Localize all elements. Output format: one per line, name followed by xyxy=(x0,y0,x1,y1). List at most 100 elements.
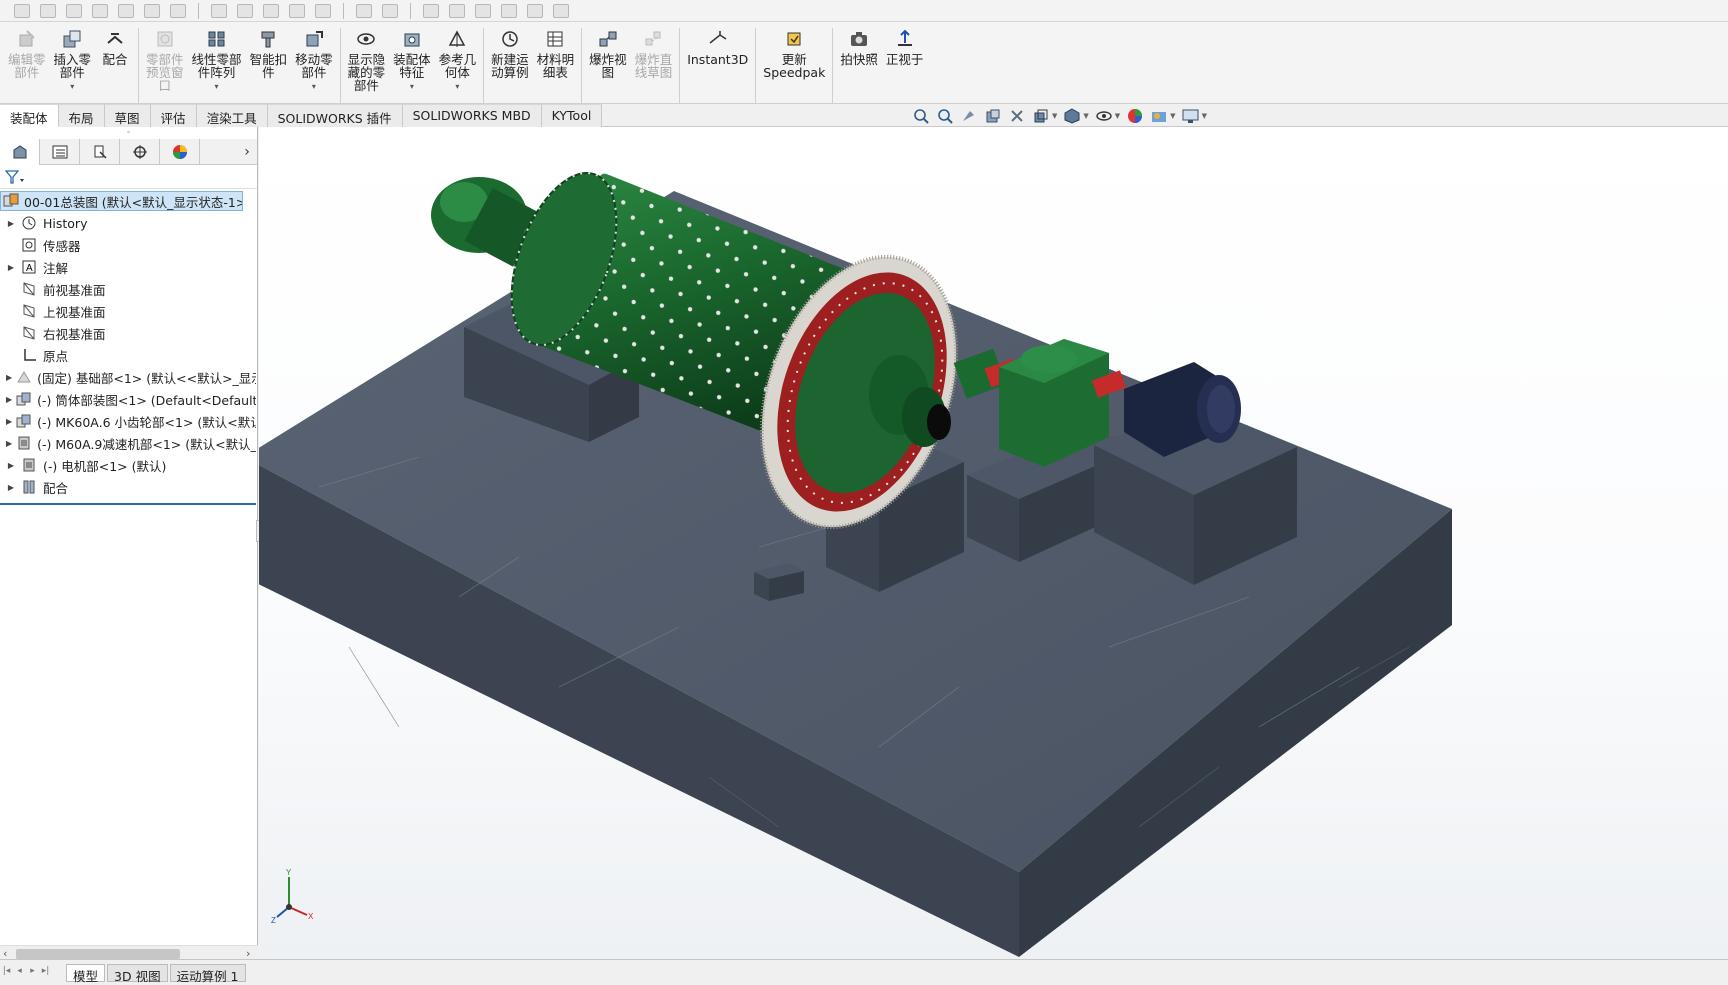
cmd-button-normal-to[interactable]: 正视于 xyxy=(882,28,928,66)
chevron-down-icon[interactable]: ▼ xyxy=(1170,112,1175,120)
chevron-down-icon[interactable]: ▾ xyxy=(455,80,459,93)
bottom-tab-1[interactable]: 3D 视图 xyxy=(107,963,168,984)
dimxpert-tab-icon[interactable] xyxy=(120,139,160,165)
section-view-icon[interactable] xyxy=(984,107,1002,125)
redo-icon[interactable] xyxy=(144,3,160,18)
zoom-to-area-icon[interactable] xyxy=(936,107,954,125)
measure-icon[interactable] xyxy=(553,3,569,18)
cmd-button-explode-line-sketch[interactable]: 爆炸直 线草图 xyxy=(631,28,677,79)
chevron-down-icon[interactable]: ▾ xyxy=(312,80,316,93)
tree-node[interactable]: 右视基准面 xyxy=(0,322,256,344)
expand-arrow-icon[interactable]: ▶ xyxy=(6,417,12,426)
tab-0[interactable]: 装配体 xyxy=(0,104,59,127)
expand-arrow-icon[interactable]: ▶ xyxy=(6,483,16,492)
tree-node[interactable]: ▶ A 注解 xyxy=(0,256,256,278)
cmd-button-instant3d[interactable]: Instant3D xyxy=(683,28,752,66)
cmd-button-assembly-feature[interactable]: 装配体 特征 ▾ xyxy=(389,28,435,93)
cmd-button-exploded-view[interactable]: 爆炸视 图 xyxy=(585,28,631,79)
chevron-right-icon[interactable]: › xyxy=(237,139,257,164)
cmd-button-component-preview[interactable]: 零部件 预览窗 口 xyxy=(142,28,188,92)
tree-node[interactable]: ▶ 配合 xyxy=(0,476,256,498)
tab-6[interactable]: SOLIDWORKS MBD xyxy=(402,104,542,127)
chevron-down-icon[interactable]: ▼ xyxy=(1202,112,1207,120)
chevron-down-icon[interactable]: ▾ xyxy=(70,80,74,93)
display-style-icon[interactable] xyxy=(449,3,465,18)
component-icon[interactable] xyxy=(356,3,372,18)
first-tab-icon[interactable]: |◂ xyxy=(0,966,13,980)
display-manager-tab-icon[interactable] xyxy=(160,139,200,165)
last-tab-icon[interactable]: ▸| xyxy=(39,966,52,980)
tab-2[interactable]: 草图 xyxy=(104,104,151,127)
expand-arrow-icon[interactable]: ▶ xyxy=(6,373,12,382)
property-manager-tab-icon[interactable] xyxy=(40,139,80,165)
cmd-button-bom[interactable]: 材料明 细表 xyxy=(533,28,579,79)
display-style-icon[interactable] xyxy=(1063,107,1081,125)
tree-node[interactable]: ▶ (-) 电机部<1> (默认) xyxy=(0,454,256,476)
tree-node[interactable]: 上视基准面 xyxy=(0,300,256,322)
tree-node[interactable]: ▶ History xyxy=(0,212,256,234)
cmd-button-insert-component[interactable]: 插入零 部件 ▾ xyxy=(50,28,96,93)
ball-mill-model[interactable] xyxy=(259,127,1728,959)
expand-arrow-icon[interactable]: ▶ xyxy=(6,219,16,228)
print-icon[interactable] xyxy=(92,3,108,18)
chevron-down-icon[interactable]: ▾ xyxy=(410,80,414,93)
tab-7[interactable]: KYTool xyxy=(541,104,603,127)
cmd-button-reference-geometry[interactable]: 参考几 何体 ▾ xyxy=(435,28,481,93)
expand-arrow-icon[interactable]: ▶ xyxy=(6,263,16,272)
chevron-down-icon[interactable]: ▼ xyxy=(1052,112,1057,120)
chevron-down-icon[interactable]: ▼ xyxy=(1115,112,1120,120)
smart-dimension-icon[interactable] xyxy=(237,3,253,18)
prev-tab-icon[interactable]: ◂ xyxy=(13,966,26,980)
arc-icon[interactable] xyxy=(315,3,331,18)
section-view-icon[interactable] xyxy=(475,3,491,18)
circle-icon[interactable] xyxy=(289,3,305,18)
tab-3[interactable]: 评估 xyxy=(150,104,197,127)
tab-4[interactable]: 渲染工具 xyxy=(196,104,268,127)
expand-arrow-icon[interactable]: ▶ xyxy=(6,461,16,470)
apply-scene-icon[interactable] xyxy=(1150,107,1168,125)
configuration-manager-tab-icon[interactable] xyxy=(80,139,120,165)
cmd-button-linear-pattern[interactable]: 线性零部 件阵列 ▾ xyxy=(188,28,246,93)
tree-node[interactable]: 前视基准面 xyxy=(0,278,256,300)
tab-5[interactable]: SOLIDWORKS 插件 xyxy=(267,104,403,127)
new-doc-icon[interactable] xyxy=(14,3,30,18)
tree-node[interactable]: ▶ (-) 筒体部装图<1> (Default<Default_I xyxy=(0,388,256,410)
view-orientation-icon[interactable] xyxy=(1032,107,1050,125)
tree-node[interactable]: ▶ (固定) 基础部<1> (默认<<默认>_显示 xyxy=(0,366,256,388)
cmd-button-edit-component[interactable]: 编辑零 部件 xyxy=(4,28,50,79)
panel-grip[interactable]: ⁃ xyxy=(0,127,257,139)
edit-appearance-icon[interactable] xyxy=(1126,107,1144,125)
cmd-button-mate[interactable]: 配合 xyxy=(95,28,135,66)
expand-arrow-icon[interactable]: ▶ xyxy=(6,395,12,404)
open-doc-icon[interactable] xyxy=(40,3,56,18)
cmd-button-move-component[interactable]: 移动零 部件 ▾ xyxy=(291,28,337,93)
sketch-icon[interactable] xyxy=(211,3,227,18)
lights-icon[interactable] xyxy=(527,3,543,18)
undo-icon[interactable] xyxy=(118,3,134,18)
cmd-button-show-hidden[interactable]: 显示隐 藏的零 部件 xyxy=(344,28,390,92)
line-icon[interactable] xyxy=(263,3,279,18)
appearance-icon[interactable] xyxy=(501,3,517,18)
scrollbar-thumb[interactable] xyxy=(16,949,180,959)
cmd-button-snapshot[interactable]: 拍快照 xyxy=(836,28,882,66)
next-tab-icon[interactable]: ▸ xyxy=(26,966,39,980)
view-orientation-icon[interactable] xyxy=(423,3,439,18)
expand-arrow-icon[interactable]: ▶ xyxy=(6,439,12,448)
save-icon[interactable] xyxy=(66,3,82,18)
bottom-tab-0[interactable]: 模型 xyxy=(66,963,106,984)
tree-node[interactable]: ▶ (-) M60A.9减速机部<1> (默认<默认_显 xyxy=(0,432,256,454)
cmd-button-new-motion-study[interactable]: 新建运 动算例 xyxy=(487,28,533,79)
tab-1[interactable]: 布局 xyxy=(58,104,105,127)
tree-node[interactable]: 原点 xyxy=(0,344,256,366)
rebuild-icon[interactable] xyxy=(170,3,186,18)
chevron-down-icon[interactable]: ▾ xyxy=(215,80,219,93)
bottom-tab-2[interactable]: 运动算例 1 xyxy=(169,963,246,984)
tree-node[interactable]: ▶ (-) MK60A.6 小齿轮部<1> (默认<默认 xyxy=(0,410,256,432)
view-settings-icon[interactable] xyxy=(1182,107,1200,125)
tree-node[interactable]: 传感器 xyxy=(0,234,256,256)
tree-filter[interactable] xyxy=(0,165,257,189)
chevron-down-icon[interactable]: ▼ xyxy=(1083,112,1088,120)
cmd-button-smart-fastener[interactable]: 智能扣 件 xyxy=(246,28,292,79)
feature-manager-tab-icon[interactable] xyxy=(0,139,40,165)
zoom-to-fit-icon[interactable] xyxy=(912,107,930,125)
